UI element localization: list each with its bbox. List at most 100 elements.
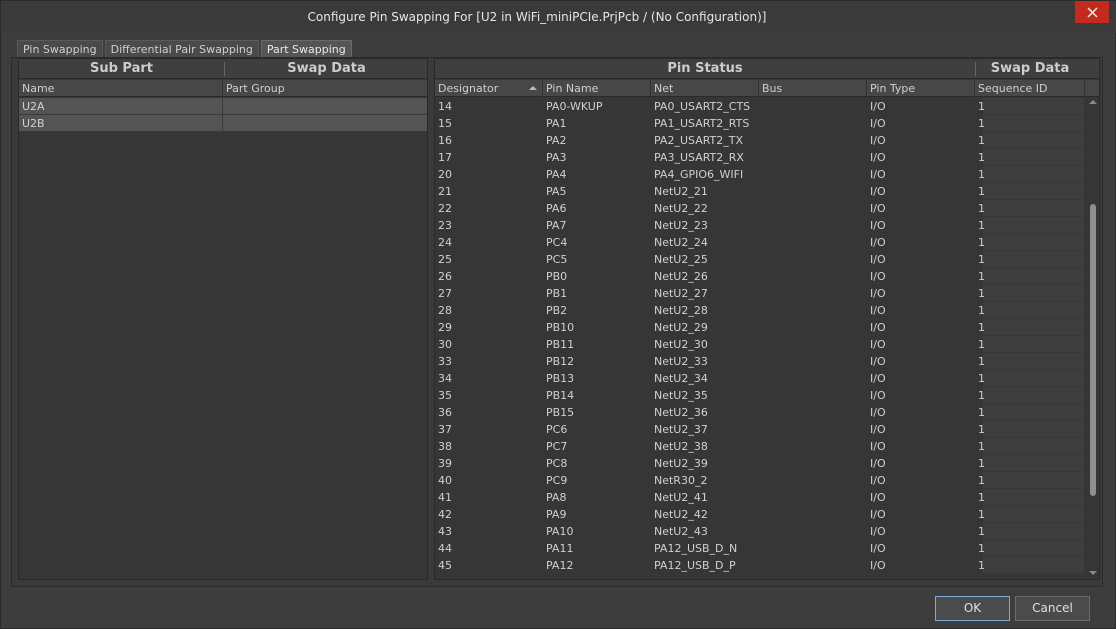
- net-cell: NetU2_34: [654, 372, 708, 385]
- pin-type-cell: I/O: [870, 168, 886, 181]
- table-row[interactable]: 20 PA4 PA4_GPIO6_WIFI I/O 1: [435, 166, 1085, 183]
- pin-name-cell: PA8: [546, 491, 567, 504]
- table-row[interactable]: 44 PA11 PA12_USB_D_N I/O 1: [435, 540, 1085, 557]
- pin-name-cell: PA2: [546, 134, 567, 147]
- designator-cell: 24: [438, 236, 452, 249]
- table-row[interactable]: 30 PB11 NetU2_30 I/O 1: [435, 336, 1085, 353]
- table-row[interactable]: 21 PA5 NetU2_21 I/O 1: [435, 183, 1085, 200]
- table-row[interactable]: 27 PB1 NetU2_27 I/O 1: [435, 285, 1085, 302]
- pin-name-cell: PA12: [546, 559, 574, 572]
- table-row[interactable]: 25 PC5 NetU2_25 I/O 1: [435, 251, 1085, 268]
- sequence-id-cell: 1: [978, 491, 985, 504]
- sequence-id-cell: 1: [978, 236, 985, 249]
- scroll-down-icon[interactable]: [1089, 571, 1097, 575]
- sub-part-pane: Sub Part Swap Data Name Part Group U2A U2…: [18, 58, 428, 580]
- table-row[interactable]: 38 PC7 NetU2_38 I/O 1: [435, 438, 1085, 455]
- column-header-net[interactable]: Net: [651, 80, 759, 97]
- column-header-pin-name[interactable]: Pin Name: [543, 80, 651, 97]
- pin-column-header: Designator Pin Name Net Bus Pin Type Seq…: [435, 80, 1099, 97]
- pin-type-cell: I/O: [870, 185, 886, 198]
- designator-cell: 17: [438, 151, 452, 164]
- net-cell: NetU2_22: [654, 202, 708, 215]
- column-header-part-group[interactable]: Part Group: [223, 80, 427, 97]
- ok-button[interactable]: OK: [935, 596, 1010, 621]
- pin-name-cell: PC8: [546, 457, 568, 470]
- title-bar: Configure Pin Swapping For [U2 in WiFi_m…: [1, 1, 1116, 33]
- net-cell: PA3_USART2_RX: [654, 151, 744, 164]
- column-header-sequence-id[interactable]: Sequence ID: [975, 80, 1085, 97]
- table-row[interactable]: 41 PA8 NetU2_41 I/O 1: [435, 489, 1085, 506]
- net-cell: NetU2_38: [654, 440, 708, 453]
- pin-name-cell: PB0: [546, 270, 568, 283]
- tab-pin-swapping[interactable]: Pin Swapping: [17, 40, 103, 58]
- bus-cell: [759, 302, 867, 319]
- net-cell: NetU2_42: [654, 508, 708, 521]
- pin-name-cell: PA6: [546, 202, 567, 215]
- pin-type-cell: I/O: [870, 474, 886, 487]
- part-group-cell[interactable]: [224, 115, 427, 132]
- swap-data-label: Swap Data: [990, 61, 1070, 76]
- net-cell: NetU2_36: [654, 406, 708, 419]
- table-row[interactable]: 40 PC9 NetR30_2 I/O 1: [435, 472, 1085, 489]
- table-row[interactable]: 43 PA10 NetU2_43 I/O 1: [435, 523, 1085, 540]
- column-header-name[interactable]: Name: [19, 80, 223, 97]
- designator-cell: 26: [438, 270, 452, 283]
- net-cell: NetU2_39: [654, 457, 708, 470]
- table-row[interactable]: 16 PA2 PA2_USART2_TX I/O 1: [435, 132, 1085, 149]
- pin-status-group-header: Pin Status: [435, 59, 975, 79]
- pin-type-cell: I/O: [870, 151, 886, 164]
- pin-type-cell: I/O: [870, 270, 886, 283]
- sequence-id-cell: 1: [978, 253, 985, 266]
- vertical-scrollbar[interactable]: [1087, 98, 1099, 579]
- table-row[interactable]: 42 PA9 NetU2_42 I/O 1: [435, 506, 1085, 523]
- table-row[interactable]: 37 PC6 NetU2_37 I/O 1: [435, 421, 1085, 438]
- net-cell: NetU2_29: [654, 321, 708, 334]
- table-row[interactable]: 17 PA3 PA3_USART2_RX I/O 1: [435, 149, 1085, 166]
- table-row[interactable]: 29 PB10 NetU2_29 I/O 1: [435, 319, 1085, 336]
- table-row[interactable]: 26 PB0 NetU2_26 I/O 1: [435, 268, 1085, 285]
- pin-type-cell: I/O: [870, 406, 886, 419]
- table-row[interactable]: 22 PA6 NetU2_22 I/O 1: [435, 200, 1085, 217]
- column-header-pin-type[interactable]: Pin Type: [867, 80, 975, 97]
- bus-cell: [759, 132, 867, 149]
- pin-type-cell: I/O: [870, 542, 886, 555]
- column-header-designator[interactable]: Designator: [435, 80, 543, 97]
- tab-part-swapping[interactable]: Part Swapping: [260, 40, 352, 58]
- net-cell: NetR30_2: [654, 474, 708, 487]
- table-row[interactable]: 36 PB15 NetU2_36 I/O 1: [435, 404, 1085, 421]
- pin-name-cell: PA3: [546, 151, 567, 164]
- designator-cell: 30: [438, 338, 452, 351]
- sort-ascending-icon: [529, 86, 537, 90]
- pin-name-cell: PA7: [546, 219, 567, 232]
- net-cell: NetU2_33: [654, 355, 708, 368]
- table-row[interactable]: 14 PA0-WKUP PA0_USART2_CTS I/O 1: [435, 98, 1085, 115]
- pin-name-cell: PC9: [546, 474, 568, 487]
- sub-part-row[interactable]: U2A: [19, 98, 427, 115]
- cancel-button[interactable]: Cancel: [1015, 596, 1090, 621]
- table-row[interactable]: 28 PB2 NetU2_28 I/O 1: [435, 302, 1085, 319]
- table-row[interactable]: 45 PA12 PA12_USB_D_P I/O 1: [435, 557, 1085, 574]
- tab-differential-pair-swapping[interactable]: Differential Pair Swapping: [104, 40, 259, 58]
- bus-cell: [759, 234, 867, 251]
- scroll-up-icon[interactable]: [1089, 100, 1097, 104]
- pin-status-pane: Pin Status Swap Data Designator Pin Name…: [434, 58, 1100, 580]
- close-button[interactable]: [1075, 1, 1109, 23]
- table-row[interactable]: 15 PA1 PA1_USART2_RTS I/O 1: [435, 115, 1085, 132]
- table-row[interactable]: 39 PC8 NetU2_39 I/O 1: [435, 455, 1085, 472]
- table-row[interactable]: 33 PB12 NetU2_33 I/O 1: [435, 353, 1085, 370]
- net-cell: NetU2_28: [654, 304, 708, 317]
- table-row[interactable]: 34 PB13 NetU2_34 I/O 1: [435, 370, 1085, 387]
- part-group-cell[interactable]: [224, 98, 427, 115]
- net-cell: NetU2_30: [654, 338, 708, 351]
- bus-cell: [759, 438, 867, 455]
- table-row[interactable]: 24 PC4 NetU2_24 I/O 1: [435, 234, 1085, 251]
- designator-cell: 28: [438, 304, 452, 317]
- table-row[interactable]: 35 PB14 NetU2_35 I/O 1: [435, 387, 1085, 404]
- scrollbar-thumb[interactable]: [1090, 204, 1096, 496]
- sub-part-row[interactable]: U2B: [19, 115, 427, 132]
- column-header-bus[interactable]: Bus: [759, 80, 867, 97]
- pin-name-cell: PB1: [546, 287, 568, 300]
- designator-cell: 38: [438, 440, 452, 453]
- table-row[interactable]: 23 PA7 NetU2_23 I/O 1: [435, 217, 1085, 234]
- sequence-id-cell: 1: [978, 559, 985, 572]
